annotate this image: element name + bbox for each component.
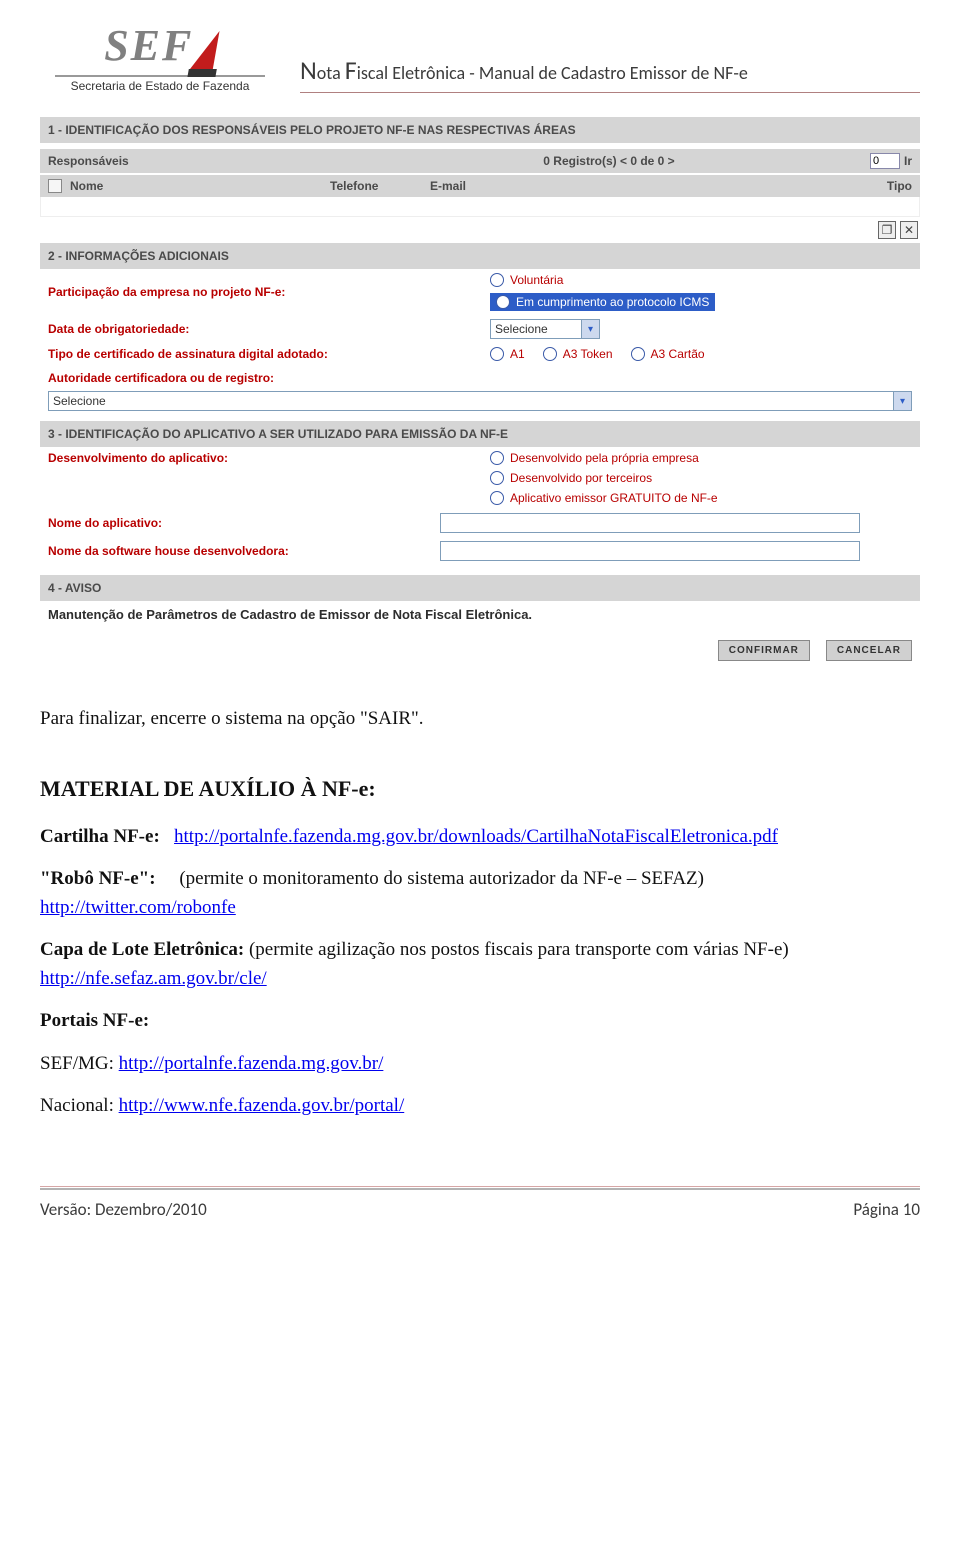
responsaveis-label: Responsáveis <box>48 154 348 168</box>
nome-aplicativo-input[interactable] <box>440 513 860 533</box>
radio-icon <box>496 295 510 309</box>
section4-title: 4 - AVISO <box>40 575 920 601</box>
chevron-down-icon: ▾ <box>893 392 911 410</box>
tipo-certificado-label: Tipo de certificado de assinatura digita… <box>48 347 478 361</box>
radio-icon <box>490 347 504 361</box>
responsaveis-header: Responsáveis 0 Registro(s) < 0 de 0 > Ir <box>40 149 920 173</box>
radio-dev-terceiros-label: Desenvolvido por terceiros <box>510 471 652 485</box>
portais-label: Portais NF-e: <box>40 1007 920 1036</box>
col-nome: Nome <box>70 179 330 193</box>
table-empty-row <box>40 197 920 217</box>
ir-label[interactable]: Ir <box>904 154 912 168</box>
autoridade-select[interactable]: Selecione ▾ <box>48 391 912 411</box>
doc-title: Nota Fiscal Eletrônica - Manual de Cadas… <box>300 54 920 93</box>
logo-divider <box>55 75 265 77</box>
table-columns-row: Nome Telefone E-mail Tipo <box>40 175 920 197</box>
delete-icon[interactable]: ✕ <box>900 221 918 239</box>
section1-title: 1 - IDENTIFICAÇÃO DOS RESPONSÁVEIS PELO … <box>40 117 920 143</box>
sefmg-link[interactable]: http://portalnfe.fazenda.mg.gov.br/ <box>119 1053 384 1074</box>
cancelar-button[interactable]: CANCELAR <box>826 640 912 661</box>
col-email: E-mail <box>430 179 862 193</box>
radio-icon <box>490 451 504 465</box>
copy-icon[interactable]: ❐ <box>878 221 896 239</box>
capa-link[interactable]: http://nfe.sefaz.am.gov.br/cle/ <box>40 968 267 989</box>
chevron-down-icon: ▾ <box>581 320 599 338</box>
col-telefone: Telefone <box>330 179 430 193</box>
col-tipo: Tipo <box>862 179 912 193</box>
radio-icon <box>490 471 504 485</box>
radio-a3-cartao[interactable]: A3 Cartão <box>631 347 705 361</box>
logo-subtitle: Secretaria de Estado de Fazenda <box>40 79 280 93</box>
footer-versao: Versão: Dezembro/2010 <box>40 1199 207 1220</box>
radio-a1[interactable]: A1 <box>490 347 525 361</box>
autoridade-label: Autoridade certificadora ou de registro: <box>48 371 920 385</box>
capa-text: (permite agilização nos postos fiscais p… <box>249 939 789 960</box>
radio-icon <box>490 273 504 287</box>
doc-header: SEF Secretaria de Estado de Fazenda Nota… <box>40 0 920 93</box>
cartilha-label: Cartilha NF-e: <box>40 826 160 847</box>
radio-icon <box>490 491 504 505</box>
logo-text: SEF <box>104 20 193 71</box>
nacional-link[interactable]: http://www.nfe.fazenda.gov.br/portal/ <box>119 1095 405 1116</box>
footer-pagina: Página 10 <box>853 1199 920 1220</box>
radio-dev-terceiros[interactable]: Desenvolvido por terceiros <box>490 471 718 485</box>
cartilha-link[interactable]: http://portalnfe.fazenda.mg.gov.br/downl… <box>174 826 778 847</box>
select-value: Selecione <box>495 322 548 336</box>
finalizar-text: Para finalizar, encerre o sistema na opç… <box>40 705 920 734</box>
page-input[interactable] <box>870 153 900 169</box>
radio-icon <box>543 347 557 361</box>
radio-dev-propria[interactable]: Desenvolvido pela própria empresa <box>490 451 718 465</box>
logo-block: SEF Secretaria de Estado de Fazenda <box>40 20 280 93</box>
confirmar-button[interactable]: CONFIRMAR <box>718 640 810 661</box>
footer-divider <box>40 1187 920 1191</box>
registros-count: 0 Registro(s) < 0 de 0 > <box>348 154 870 168</box>
radio-dev-gratuito-label: Aplicativo emissor GRATUITO de NF-e <box>510 491 718 505</box>
nome-software-house-label: Nome da software house desenvolvedora: <box>48 544 428 558</box>
capa-label: Capa de Lote Eletrônica: <box>40 939 244 960</box>
radio-voluntaria[interactable]: Voluntária <box>490 273 715 287</box>
desenvolvimento-label: Desenvolvimento do aplicativo: <box>48 451 478 465</box>
radio-voluntaria-label: Voluntária <box>510 273 563 287</box>
radio-dev-gratuito[interactable]: Aplicativo emissor GRATUITO de NF-e <box>490 491 718 505</box>
select-value: Selecione <box>53 394 106 408</box>
nacional-label: Nacional: <box>40 1095 114 1116</box>
form-panel: 1 - IDENTIFICAÇÃO DOS RESPONSÁVEIS PELO … <box>40 117 920 665</box>
robo-text: (permite o monitoramento do sistema auto… <box>179 868 704 889</box>
sefmg-label: SEF/MG: <box>40 1053 114 1074</box>
robo-label: "Robô NF-e": <box>40 868 156 889</box>
section3-title: 3 - IDENTIFICAÇÃO DO APLICATIVO A SER UT… <box>40 421 920 447</box>
nome-aplicativo-label: Nome do aplicativo: <box>48 516 428 530</box>
radio-a3-token[interactable]: A3 Token <box>543 347 613 361</box>
radio-icon <box>631 347 645 361</box>
radio-protocolo-label: Em cumprimento ao protocolo ICMS <box>516 295 709 309</box>
radio-a3-token-label: A3 Token <box>563 347 613 361</box>
select-all-checkbox[interactable] <box>48 179 62 193</box>
data-obrigatoriedade-label: Data de obrigatoriedade: <box>48 322 478 336</box>
radio-a1-label: A1 <box>510 347 525 361</box>
section2-title: 2 - INFORMAÇÕES ADICIONAIS <box>40 243 920 269</box>
participacao-label: Participação da empresa no projeto NF-e: <box>48 285 478 299</box>
radio-a3-cartao-label: A3 Cartão <box>651 347 705 361</box>
data-obrigatoriedade-select[interactable]: Selecione ▾ <box>490 319 600 339</box>
material-auxilio-title: MATERIAL DE AUXÍLIO À NF-e: <box>40 772 920 805</box>
robo-link[interactable]: http://twitter.com/robonfe <box>40 897 236 918</box>
nome-software-house-input[interactable] <box>440 541 860 561</box>
radio-protocolo-icms[interactable]: Em cumprimento ao protocolo ICMS <box>490 293 715 311</box>
radio-dev-propria-label: Desenvolvido pela própria empresa <box>510 451 699 465</box>
section4-text: Manutenção de Parâmetros de Cadastro de … <box>40 601 920 632</box>
